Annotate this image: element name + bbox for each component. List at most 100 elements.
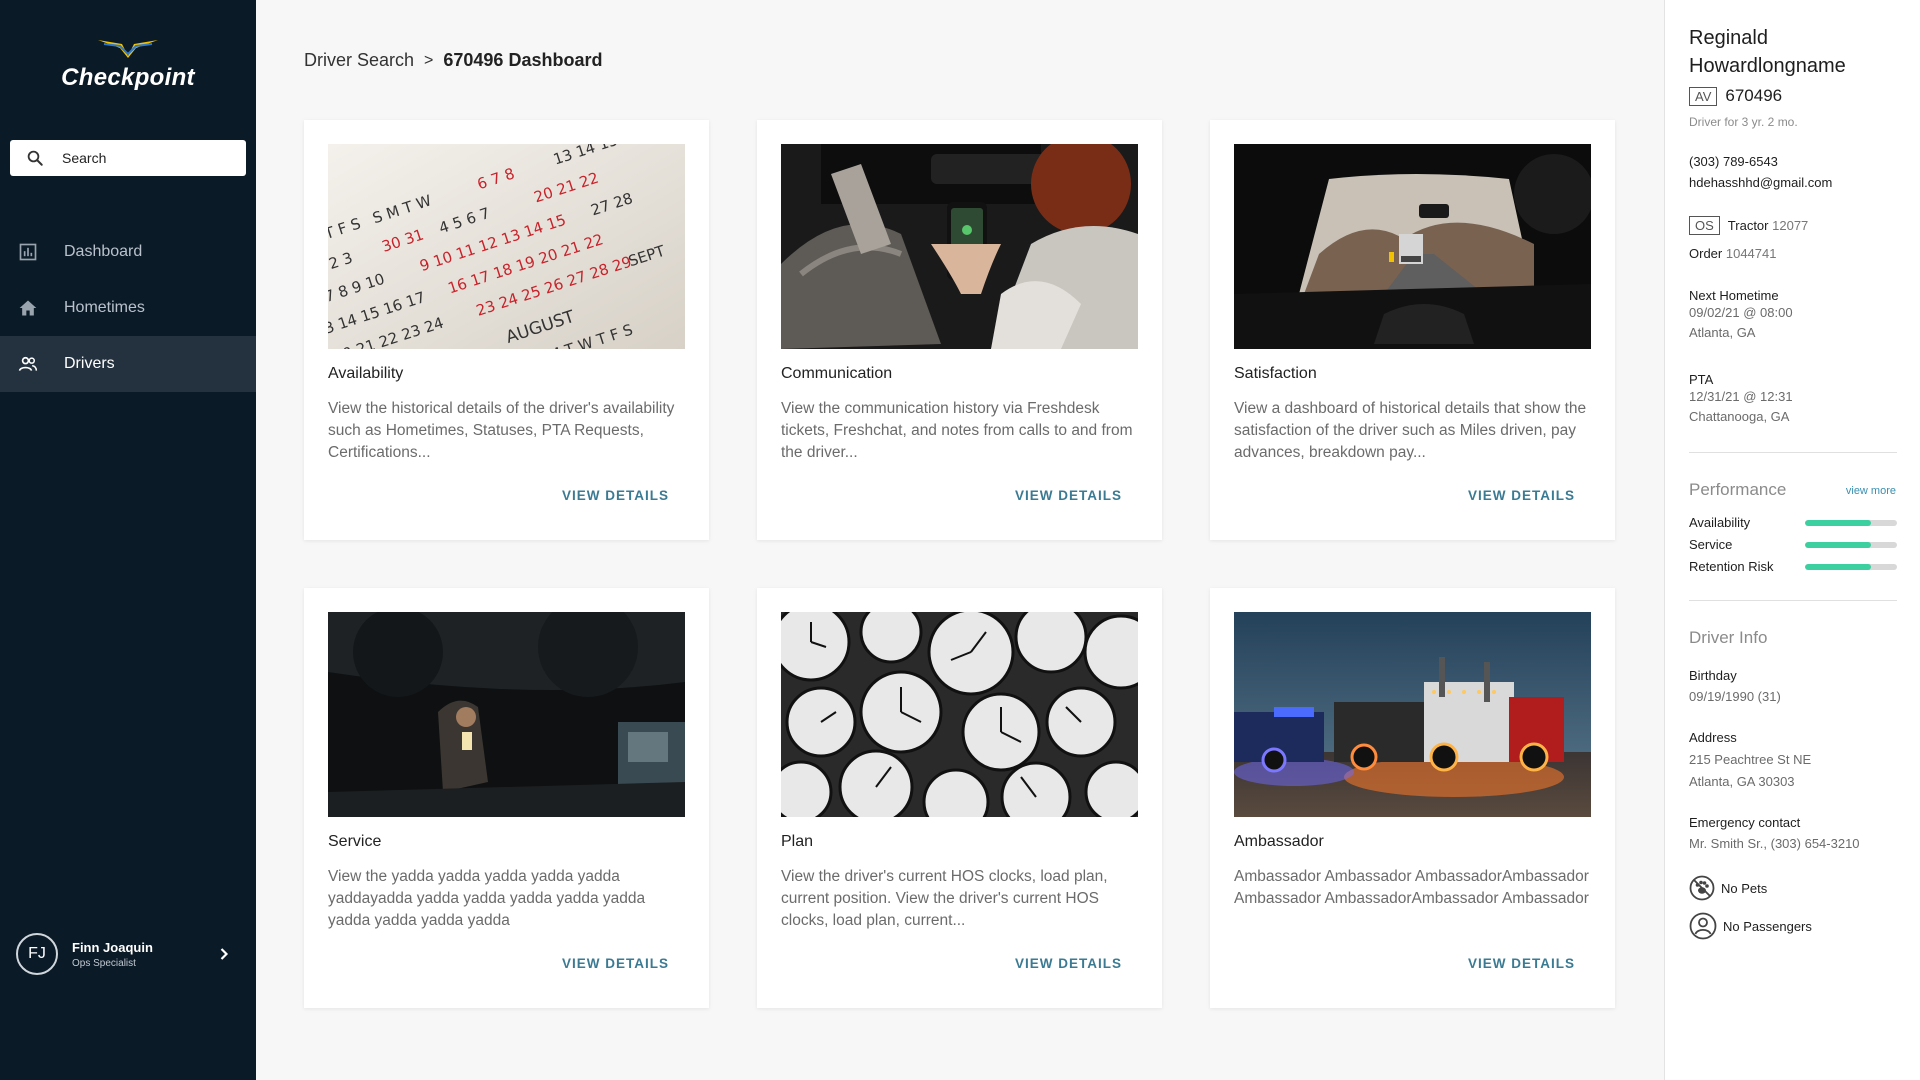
lit-trucks-at-night-photo	[1234, 612, 1591, 817]
no-passengers-icon	[1689, 912, 1717, 940]
card-description: View the communication history via Fresh…	[781, 400, 1133, 461]
divider	[1689, 600, 1897, 601]
user-profile[interactable]: FJ Finn Joaquin Ops Specialist	[16, 933, 246, 975]
birthday-value: 09/19/1990 (31)	[1689, 689, 1781, 704]
user-info: Finn Joaquin Ops Specialist	[72, 940, 214, 969]
card-title: Satisfaction	[1234, 365, 1317, 382]
emergency-contact: Emergency contact Mr. Smith Sr., (303) 6…	[1689, 815, 1860, 854]
card-title: Service	[328, 833, 382, 850]
user-role: Ops Specialist	[72, 957, 136, 969]
pta-location: Chattanooga, GA	[1689, 409, 1790, 424]
search-box[interactable]	[10, 140, 246, 176]
view-more-link[interactable]: view more	[1846, 485, 1896, 497]
nav-item-hometimes[interactable]: Hometimes	[0, 280, 256, 336]
main-content: Driver Search > 670496 Dashboard W T F S…	[256, 0, 1664, 1080]
view-details-button[interactable]: VIEW DETAILS	[562, 488, 669, 503]
nav-item-dashboard[interactable]: Dashboard	[0, 224, 256, 280]
card-description: View the driver's current HOS clocks, lo…	[781, 868, 1108, 929]
nav-item-drivers[interactable]: Drivers	[0, 336, 256, 392]
address-line2: Atlanta, GA 30303	[1689, 774, 1795, 789]
metric-label: Retention Risk	[1689, 559, 1774, 574]
card-description: View the historical details of the drive…	[328, 400, 675, 461]
next-hometime-location: Atlanta, GA	[1689, 325, 1756, 340]
sidebar: Checkpoint Dashboard Hometimes	[0, 0, 256, 1080]
no-pets-icon	[1689, 875, 1715, 901]
search-icon	[27, 150, 43, 166]
bar-chart-icon	[19, 243, 37, 261]
card-title: Communication	[781, 365, 893, 382]
next-hometime-date: 09/02/21 @ 08:00	[1689, 305, 1793, 320]
divider	[1689, 452, 1897, 453]
home-icon	[19, 300, 37, 316]
metric-label: Service	[1689, 537, 1733, 552]
emergency-value: Mr. Smith Sr., (303) 654-3210	[1689, 836, 1860, 851]
pets-preference: No Pets	[1689, 875, 1767, 901]
driver-phone[interactable]: (303) 789-6543	[1689, 154, 1778, 169]
metric-bar	[1805, 541, 1897, 548]
metric-bar	[1805, 563, 1897, 570]
birthday-label: Birthday	[1689, 668, 1737, 683]
card-availability: W T F SS M T W6 7 813 14 15 1 2 330 314 …	[304, 120, 709, 540]
emergency-label: Emergency contact	[1689, 815, 1801, 830]
driver-tenure: Driver for 3 yr. 2 mo.	[1689, 115, 1798, 129]
phone-in-truck-photo	[781, 144, 1138, 349]
address: Address 215 Peachtree St NE Atlanta, GA …	[1689, 730, 1811, 793]
user-name: Finn Joaquin	[72, 939, 153, 955]
view-details-button[interactable]: VIEW DETAILS	[1468, 488, 1575, 503]
tractor-row: OS Tractor 12077	[1689, 216, 1808, 235]
chevron-right-icon[interactable]	[214, 944, 234, 964]
breadcrumb-separator: >	[424, 51, 434, 69]
search-input[interactable]	[62, 150, 232, 166]
order-value: 1044741	[1725, 246, 1777, 261]
view-details-button[interactable]: VIEW DETAILS	[1015, 956, 1122, 971]
app-name: Checkpoint	[61, 64, 195, 91]
metric-label: Availability	[1689, 515, 1751, 530]
pets-label: No Pets	[1721, 880, 1768, 896]
breadcrumb-parent[interactable]: Driver Search	[304, 50, 414, 71]
nav-item-label: Dashboard	[64, 243, 143, 260]
address-label: Address	[1689, 730, 1737, 745]
view-details-button[interactable]: VIEW DETAILS	[562, 956, 669, 971]
card-service: Service View the yadda yadda yadda yadda…	[304, 588, 709, 1008]
order-label: Order	[1689, 246, 1723, 261]
pta-date: 12/31/21 @ 12:31	[1689, 389, 1793, 404]
driver-id-row: AV 670496	[1689, 86, 1782, 106]
driver-info-title: Driver Info	[1689, 628, 1768, 647]
card-satisfaction: Satisfaction View a dashboard of histori…	[1210, 120, 1615, 540]
passengers-preference: No Passengers	[1689, 912, 1812, 940]
passengers-label: No Passengers	[1723, 918, 1812, 934]
metric-bar-fill	[1805, 519, 1872, 526]
driver-status-tag: AV	[1689, 86, 1718, 106]
calendar-photo: W T F SS M T W6 7 813 14 15 1 2 330 314 …	[328, 144, 685, 349]
pta: PTA 12/31/21 @ 12:31 Chattanooga, GA	[1689, 372, 1793, 427]
driver-email[interactable]: hdehasshhd@gmail.com	[1689, 175, 1832, 190]
driver-id: 670496	[1725, 86, 1783, 105]
card-description: View a dashboard of historical details t…	[1234, 400, 1587, 461]
address-line1: 215 Peachtree St NE	[1689, 752, 1812, 767]
performance-metric: Availability	[1689, 515, 1897, 530]
people-icon	[18, 356, 38, 371]
tractor-tag: OS	[1689, 216, 1720, 235]
mechanic-under-truck-photo	[328, 612, 685, 817]
road-through-windshield-photo	[1234, 144, 1591, 349]
tractor-label: Tractor	[1727, 218, 1769, 233]
app-logo[interactable]: Checkpoint	[0, 36, 256, 92]
card-title: Plan	[781, 833, 814, 850]
card-communication: Communication View the communication his…	[757, 120, 1162, 540]
breadcrumb-current: 670496 Dashboard	[443, 50, 603, 70]
card-ambassador: Ambassador Ambassador Ambassador Ambassa…	[1210, 588, 1615, 1008]
performance-title: Performance	[1689, 480, 1787, 499]
performance-metric: Retention Risk	[1689, 559, 1897, 574]
user-avatar: FJ	[16, 933, 58, 975]
view-details-button[interactable]: VIEW DETAILS	[1015, 488, 1122, 503]
driver-panel: Reginald Howardlongname AV 670496 Driver…	[1664, 0, 1920, 1080]
card-title: Availability	[328, 365, 404, 382]
driver-name: Reginald Howardlongname	[1689, 27, 1846, 77]
pta-label: PTA	[1689, 372, 1714, 387]
card-title: Ambassador	[1234, 833, 1324, 850]
order-row: Order 1044741	[1689, 246, 1776, 261]
view-details-button[interactable]: VIEW DETAILS	[1468, 956, 1575, 971]
metric-bar-fill	[1805, 563, 1872, 570]
clocks-photo	[781, 612, 1138, 817]
card-plan: Plan View the driver's current HOS clock…	[757, 588, 1162, 1008]
